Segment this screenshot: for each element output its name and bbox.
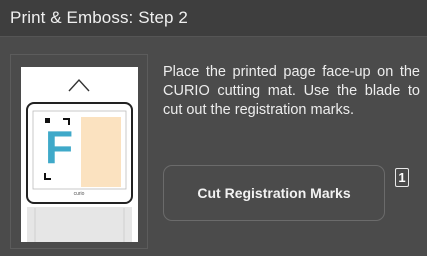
instruction-text: Place the printed page face-up on the CU… [163,64,420,118]
cut-registration-marks-button[interactable]: Cut Registration Marks [163,165,385,221]
mat-illustration: F curio [21,67,138,242]
step-number-badge: 1 [395,168,409,187]
panel-header: Print & Emboss: Step 2 [0,0,427,37]
panel-title: Print & Emboss: Step 2 [10,8,188,27]
mat-letter: F [44,121,74,173]
print-area-panel [81,117,121,187]
chevron-up-icon [68,78,90,92]
mat-brand-label: curio [73,191,85,197]
mat-bottom-strip [27,207,132,242]
mat-illustration-graphic [26,78,133,242]
cut-registration-marks-label: Cut Registration Marks [197,185,351,201]
cutting-mat-preview: F curio [10,54,148,249]
print-emboss-panel: Print & Emboss: Step 2 F curio Place the… [0,0,427,256]
